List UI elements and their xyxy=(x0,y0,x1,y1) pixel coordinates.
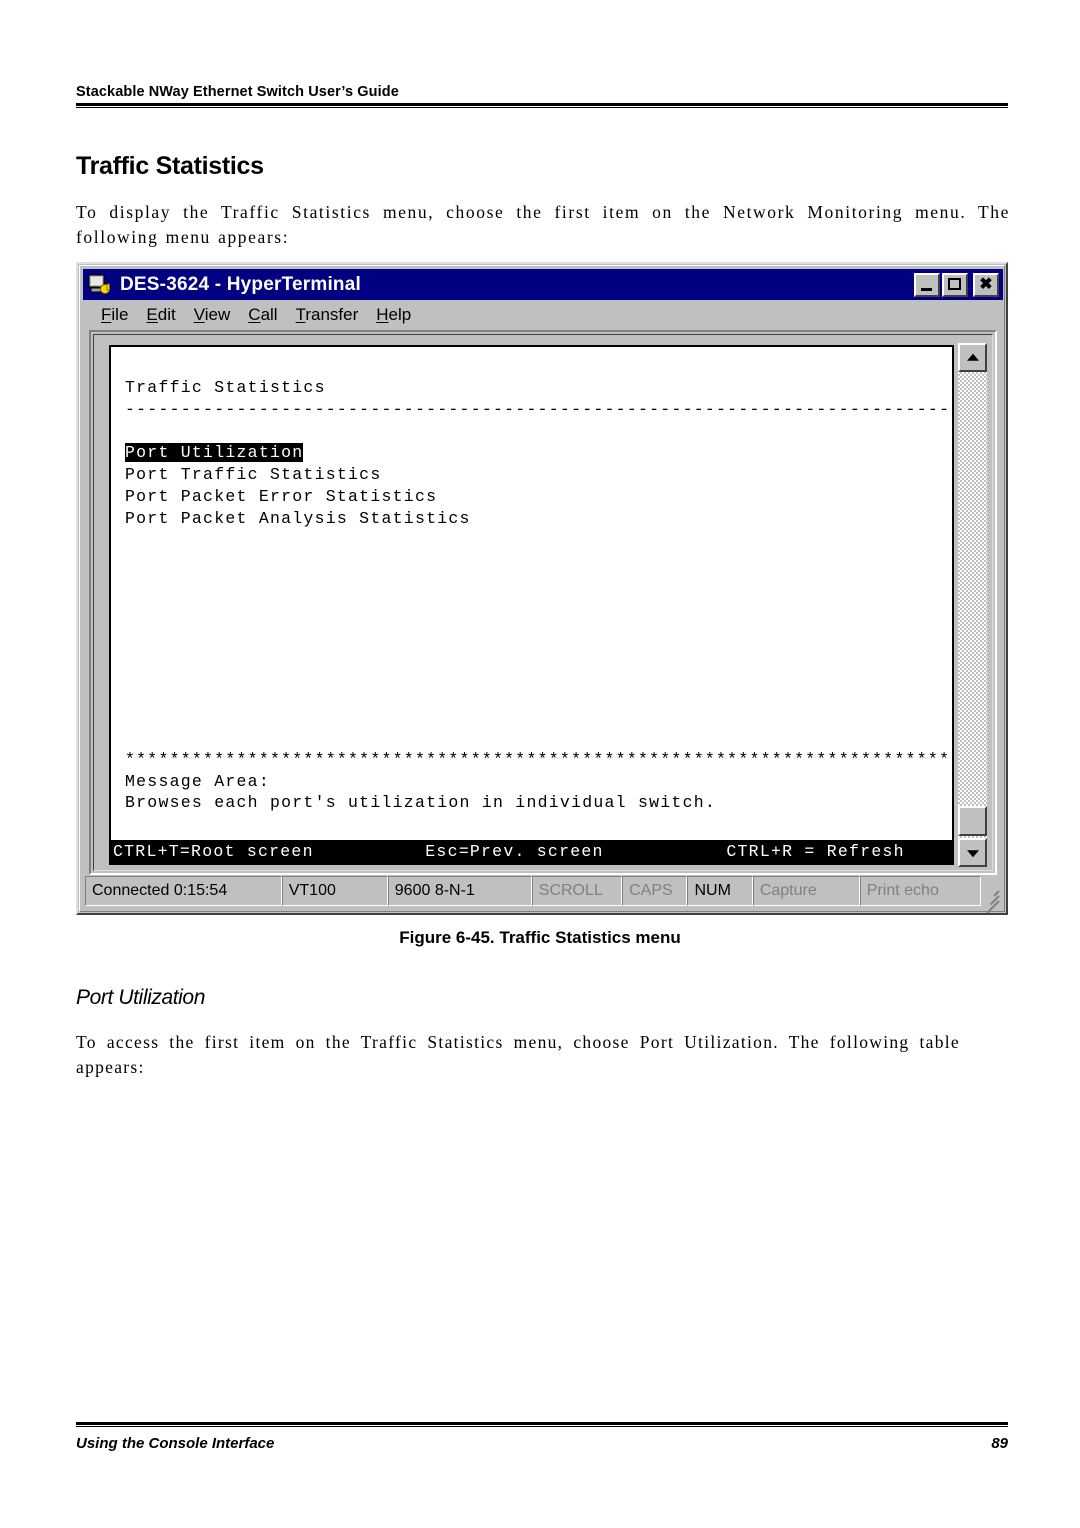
access-paragraph: To access the first item on the Traffic … xyxy=(76,1030,960,1080)
terminal-status-center: Esc=Prev. screen xyxy=(425,842,604,861)
minimize-button[interactable] xyxy=(914,272,940,297)
scroll-up-button[interactable] xyxy=(958,343,987,372)
intro-paragraph: To display the Traffic Statistics menu, … xyxy=(76,200,1010,250)
footer-label: Using the Console Interface xyxy=(76,1435,275,1452)
terminal-frame: Traffic Statistics ---------------------… xyxy=(89,330,997,875)
terminal-menu-item-port-packet-analysis-statistics[interactable]: Port Packet Analysis Statistics xyxy=(125,509,471,528)
status-emulation: VT100 xyxy=(281,876,388,906)
terminal-status-spacer-2 xyxy=(604,842,727,861)
terminal-message-area-text: Browses each port's utilization in indiv… xyxy=(125,793,717,813)
terminal-scrollbar[interactable] xyxy=(958,343,987,867)
status-caps: CAPS xyxy=(622,876,688,906)
intro-paragraph-text: To display the Traffic Statistics menu, … xyxy=(76,202,1010,247)
menu-view[interactable]: View xyxy=(185,305,240,325)
maximize-button[interactable] xyxy=(942,272,968,297)
status-scroll: SCROLL xyxy=(531,876,623,906)
terminal-message-area: ****************************************… xyxy=(125,727,952,836)
resize-grip-icon[interactable] xyxy=(981,876,1001,914)
terminal-status-right: CTRL+R = Refresh xyxy=(726,842,905,861)
terminal-status-left: CTRL+T=Root screen xyxy=(113,842,314,861)
close-icon: ✖ xyxy=(979,275,993,293)
menu-call[interactable]: Call xyxy=(239,305,286,325)
terminal-frame-inner: Traffic Statistics ---------------------… xyxy=(93,334,993,871)
menu-file[interactable]: File xyxy=(92,305,137,325)
running-head-text: Stackable NWay Ethernet Switch User’s Gu… xyxy=(76,84,399,100)
terminal-separator: ----------------------------------------… xyxy=(125,399,954,419)
statusbar: Connected 0:15:54 VT100 9600 8-N-1 SCROL… xyxy=(85,876,1001,914)
header-rule xyxy=(76,103,1008,108)
terminal-message-area-label: Message Area: xyxy=(125,771,270,791)
hyperterminal-icon xyxy=(87,273,113,297)
status-capture: Capture xyxy=(752,876,860,906)
page-footer: Using the Console Interface 89 xyxy=(76,1422,1008,1452)
status-num: NUM xyxy=(687,876,753,906)
terminal-menu-item-port-utilization[interactable]: Port Utilization xyxy=(125,443,304,463)
running-head: Stackable NWay Ethernet Switch User’s Gu… xyxy=(76,84,1008,108)
footer-rule xyxy=(76,1422,1008,1427)
scrollbar-track[interactable] xyxy=(958,372,987,838)
minimize-icon xyxy=(921,287,932,291)
terminal-status-line: CTRL+T=Root screen Esc=Prev. screen CTRL… xyxy=(111,840,952,863)
hyperterminal-window: DES-3624 - HyperTerminal ✖ File Edit Vie… xyxy=(76,262,1008,915)
menu-edit[interactable]: Edit xyxy=(137,305,184,325)
footer-row: Using the Console Interface 89 xyxy=(76,1435,1008,1452)
terminal-text: Traffic Statistics ---------------------… xyxy=(125,355,952,551)
terminal-title: Traffic Statistics xyxy=(125,377,326,397)
chevron-down-icon xyxy=(966,849,979,857)
menu-help[interactable]: Help xyxy=(367,305,420,325)
terminal-screen[interactable]: Traffic Statistics ---------------------… xyxy=(109,345,954,865)
access-paragraph-text: To access the first item on the Traffic … xyxy=(76,1032,960,1077)
window-buttons: ✖ xyxy=(914,272,999,297)
window-title: DES-3624 - HyperTerminal xyxy=(120,273,361,295)
scrollbar-thumb[interactable] xyxy=(958,806,987,836)
status-print-echo: Print echo xyxy=(859,876,981,906)
document-page: Stackable NWay Ethernet Switch User’s Gu… xyxy=(0,0,1080,1528)
section-subheading: Port Utilization xyxy=(76,986,205,1009)
terminal-menu-item-port-packet-error-statistics[interactable]: Port Packet Error Statistics xyxy=(125,487,437,506)
scroll-down-button[interactable] xyxy=(958,838,987,867)
status-connected: Connected 0:15:54 xyxy=(85,876,282,906)
terminal-menu-item-port-traffic-statistics[interactable]: Port Traffic Statistics xyxy=(125,465,382,484)
close-button[interactable]: ✖ xyxy=(973,272,999,297)
page-number: 89 xyxy=(991,1435,1008,1452)
terminal-asterisk-rule: ****************************************… xyxy=(125,749,954,769)
menubar: File Edit View Call Transfer Help xyxy=(83,301,1003,328)
figure-caption: Figure 6-45. Traffic Statistics menu xyxy=(399,928,681,947)
chevron-up-icon xyxy=(966,353,979,361)
hyperterminal-window-inner: DES-3624 - HyperTerminal ✖ File Edit Vie… xyxy=(79,265,1005,914)
status-line-settings: 9600 8-N-1 xyxy=(387,876,532,906)
titlebar[interactable]: DES-3624 - HyperTerminal ✖ xyxy=(83,269,1003,300)
page-title: Traffic Statistics xyxy=(76,152,264,180)
maximize-icon xyxy=(948,277,961,290)
terminal-status-spacer-1 xyxy=(314,842,426,861)
menu-transfer[interactable]: Transfer xyxy=(287,305,368,325)
